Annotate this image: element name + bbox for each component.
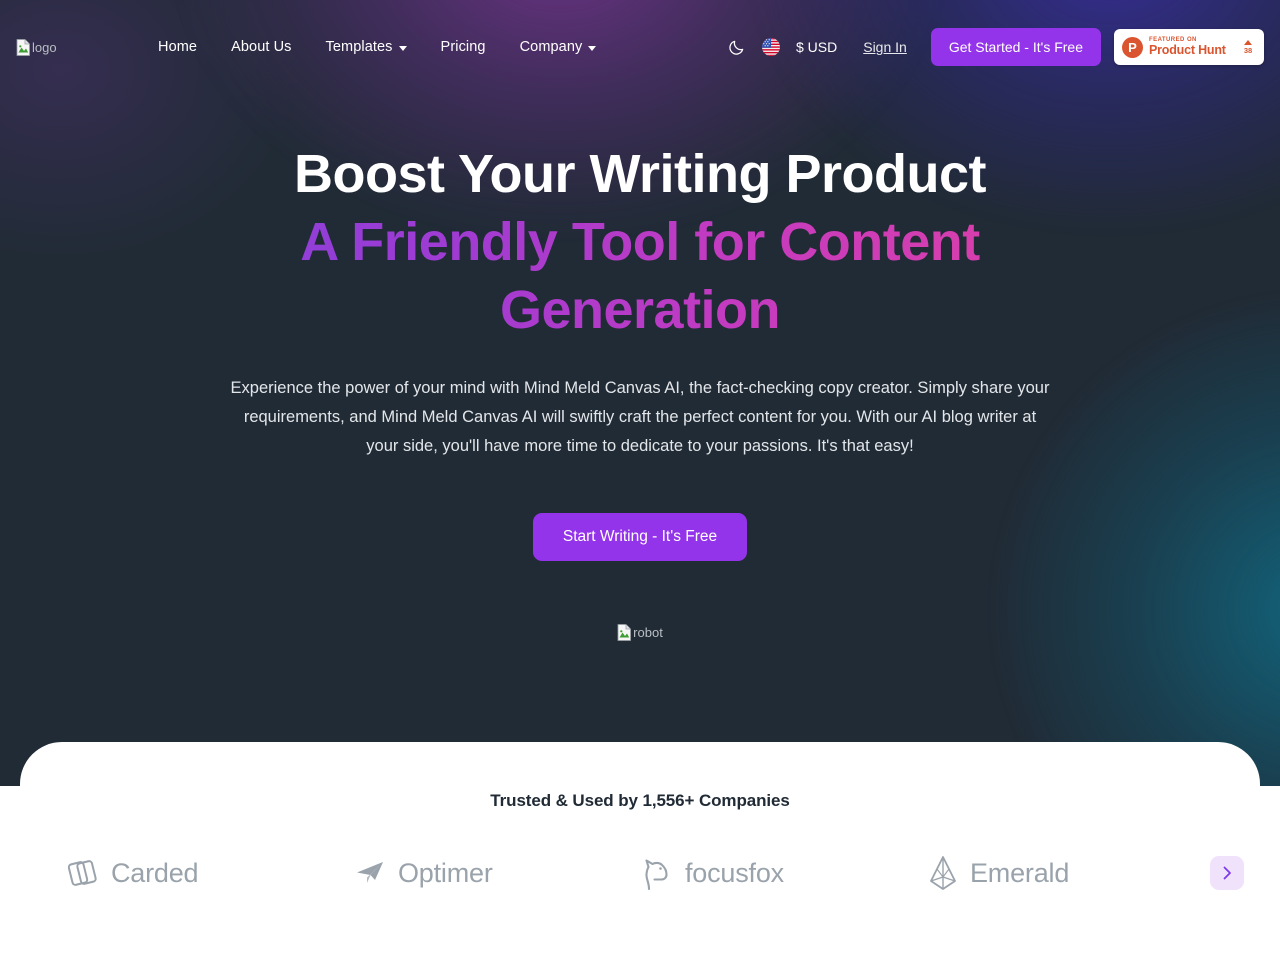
product-hunt-badge[interactable]: P FEATURED ON Product Hunt 38 bbox=[1114, 29, 1264, 65]
company-logos-carousel: Carded Optimer focusfox Emerald bbox=[20, 855, 1260, 891]
product-hunt-logo-letter: P bbox=[1128, 39, 1137, 55]
trusted-title: Trusted & Used by 1,556+ Companies bbox=[490, 791, 790, 810]
get-started-label: Get Started - It's Free bbox=[948, 39, 1083, 55]
nav-item-pricing[interactable]: Pricing bbox=[424, 33, 503, 61]
logo-broken-image: logo bbox=[16, 38, 57, 56]
robot-alt-text: robot bbox=[633, 625, 663, 640]
nav-item-templates[interactable]: Templates bbox=[309, 33, 424, 61]
nav-item-label: About Us bbox=[231, 39, 292, 55]
sign-in-label: Sign In bbox=[863, 39, 907, 55]
nav-item-label: Home bbox=[158, 39, 198, 55]
chevron-right-icon bbox=[1223, 866, 1231, 880]
brand-logo[interactable]: logo bbox=[16, 38, 141, 56]
nav-item-label: Templates bbox=[325, 39, 393, 55]
nav-item-home[interactable]: Home bbox=[141, 33, 214, 61]
product-hunt-logo-icon: P bbox=[1122, 36, 1143, 58]
start-writing-label: Start Writing - It's Free bbox=[562, 528, 718, 545]
currency-label: $ USD bbox=[796, 39, 838, 55]
nav-item-company[interactable]: Company bbox=[503, 33, 614, 61]
hero-subheading: Experience the power of your mind with M… bbox=[230, 379, 1050, 455]
company-logo-label: Emerald bbox=[970, 857, 1070, 888]
trusted-section: Trusted & Used by 1,556+ Companies Carde… bbox=[20, 742, 1260, 960]
carousel-next-button[interactable] bbox=[1210, 856, 1244, 890]
company-logo-emerald[interactable]: Emerald bbox=[927, 855, 1214, 891]
logo-alt-text: logo bbox=[32, 39, 57, 55]
sign-in-link[interactable]: Sign In bbox=[849, 33, 921, 61]
product-hunt-upvote-count: 38 bbox=[1243, 45, 1253, 55]
headline-line-2: A Friendly Tool for Content Generation bbox=[240, 208, 1040, 344]
headline-line-1: Boost Your Writing Product bbox=[294, 144, 986, 204]
company-logo-label: Optimer bbox=[398, 857, 493, 888]
chevron-down-icon bbox=[588, 45, 597, 51]
nav-actions: $ USD Sign In Get Started - It's Free P … bbox=[720, 28, 1264, 66]
fox-head-icon bbox=[640, 855, 674, 891]
triangle-up-icon bbox=[1244, 39, 1252, 45]
product-hunt-name: Product Hunt bbox=[1149, 43, 1226, 58]
chevron-down-icon bbox=[398, 45, 407, 51]
company-logo-label: focusfox bbox=[685, 857, 784, 888]
nav-item-label: Pricing bbox=[440, 39, 486, 55]
nav-item-label: Company bbox=[519, 39, 583, 55]
company-logo-carded[interactable]: Carded bbox=[66, 856, 353, 890]
company-logo-optimer[interactable]: Optimer bbox=[353, 856, 640, 890]
paper-plane-icon bbox=[353, 856, 387, 890]
language-selector-button[interactable] bbox=[754, 30, 788, 64]
top-navbar: logo Home About Us Templates Pricing Com… bbox=[0, 0, 1280, 94]
nav-links: Home About Us Templates Pricing Company bbox=[141, 33, 613, 61]
hero-illustration-wrapper: robot bbox=[0, 624, 1280, 641]
product-hunt-text: FEATURED ON Product Hunt bbox=[1149, 37, 1234, 57]
product-hunt-upvotes: 38 bbox=[1240, 39, 1256, 55]
hero-content: Boost Your Writing Product A Friendly To… bbox=[0, 0, 1280, 641]
get-started-button[interactable]: Get Started - It's Free bbox=[930, 28, 1101, 66]
hero-cta-wrapper: Start Writing - It's Free bbox=[0, 513, 1280, 561]
start-writing-button[interactable]: Start Writing - It's Free bbox=[532, 513, 748, 561]
broken-image-icon bbox=[16, 38, 30, 56]
nav-item-about-us[interactable]: About Us bbox=[214, 33, 308, 61]
robot-broken-image: robot bbox=[617, 624, 663, 641]
overlapping-cards-icon bbox=[66, 856, 100, 890]
theme-toggle-button[interactable] bbox=[720, 30, 754, 64]
company-logo-focusfox[interactable]: focusfox bbox=[640, 855, 927, 891]
currency-selector[interactable]: $ USD bbox=[788, 33, 849, 61]
moon-icon bbox=[729, 40, 744, 55]
us-flag-icon bbox=[762, 38, 780, 56]
page-title: Boost Your Writing Product A Friendly To… bbox=[240, 140, 1040, 344]
company-logo-label: Carded bbox=[111, 857, 199, 888]
gem-icon bbox=[927, 855, 959, 891]
broken-image-icon bbox=[617, 624, 632, 641]
